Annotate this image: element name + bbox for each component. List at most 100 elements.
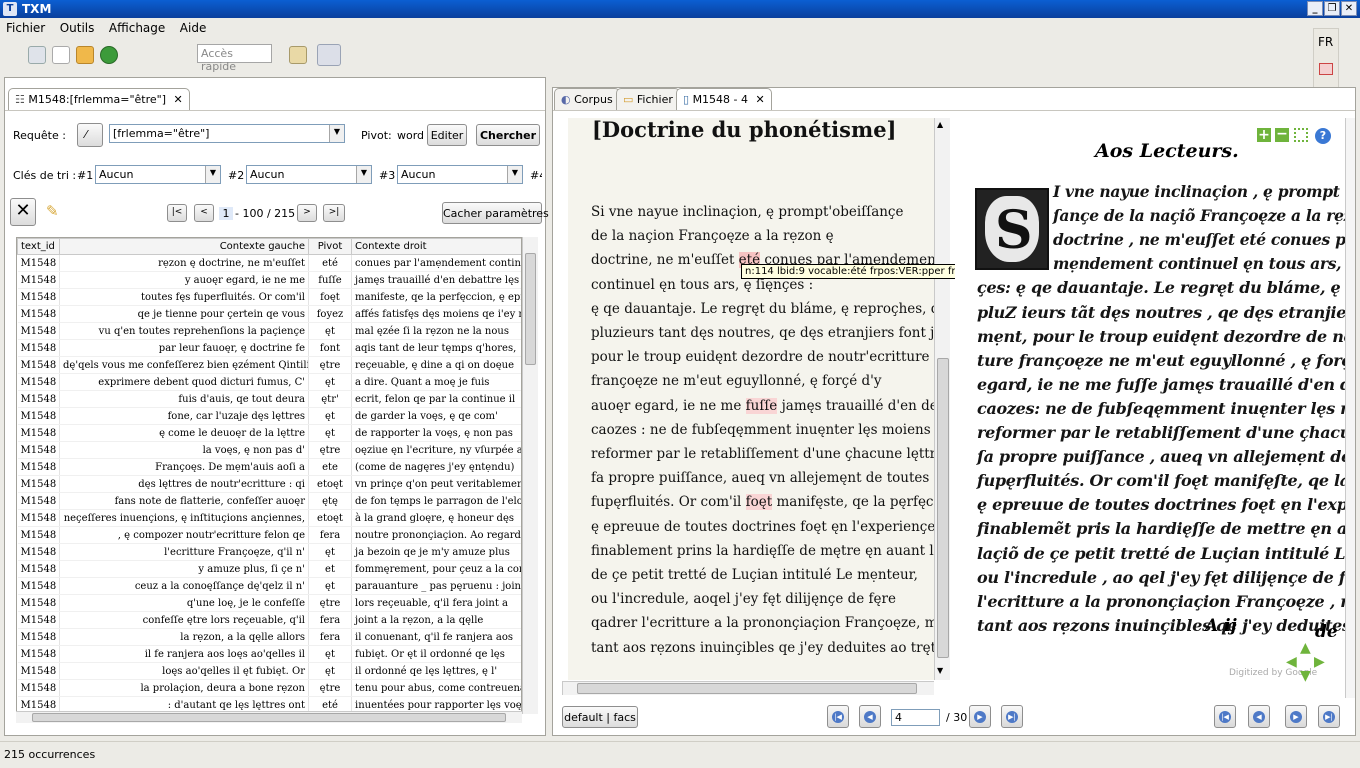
table-vertical-scrollbar[interactable] (522, 237, 538, 714)
tab-edition[interactable]: ▯ M1548 - 4 ✕ (676, 88, 772, 110)
facsimile-scrollbar[interactable] (1345, 118, 1355, 698)
last-page-button[interactable]: >| (323, 204, 345, 222)
table-row[interactable]: M1548 fone, car l'uzaje dęs lęttres ęt de g… (17, 407, 521, 425)
tab-corpus[interactable]: ◐ Corpus (554, 88, 620, 110)
prev-text-button[interactable]: ◀ (1248, 705, 1270, 728)
page-current[interactable]: 1 (219, 207, 233, 220)
column-header-left-context[interactable]: Contexte gauche (59, 238, 309, 255)
close-button[interactable]: ✕ (1341, 1, 1357, 16)
table-row[interactable]: M1548 vu q'en toutes reprehenſions la paç… (17, 322, 521, 340)
table-row[interactable]: M1548 dę'qels vous me confeſſerez bien ęz… (17, 356, 521, 374)
highlighted-word[interactable]: foęt (745, 494, 773, 511)
minimize-button[interactable]: _ (1307, 1, 1323, 16)
table-row[interactable]: M1548 y auoęr egard, ie ne me fuſſe jamęs t… (17, 271, 521, 289)
sort-key-1-select[interactable]: Aucun ▼ (95, 165, 221, 184)
workspace-icon[interactable] (289, 46, 307, 64)
open-folder-icon[interactable] (76, 46, 94, 64)
tab-fichier[interactable]: ▭ Fichier (616, 88, 680, 110)
last-text-button[interactable]: ▶| (1318, 705, 1340, 728)
pan-right-icon[interactable]: ▶ (1314, 654, 1325, 670)
column-header-pivot[interactable]: Pivot (308, 238, 352, 255)
table-row[interactable]: M1548 Françoęs. De mẹm'auis aoſi a ete (com… (17, 458, 521, 476)
text-vertical-scrollbar[interactable]: ▲ ▼ (934, 118, 950, 680)
restore-button[interactable]: ❐ (1324, 1, 1340, 16)
tab-concordance[interactable]: ☷ M1548:[frlemma="être"] ✕ (8, 88, 190, 110)
sort-key-3-select[interactable]: Aucun ▼ (397, 165, 523, 184)
table-row[interactable]: M1548 exprimere debent quod dicturi fumus… (17, 373, 521, 391)
column-header-right-context[interactable]: Contexte droit (351, 238, 521, 255)
column-header-text-id[interactable]: text_id (17, 238, 60, 255)
query-combo[interactable]: [frlemma="être"] ▼ (109, 124, 345, 143)
scrollbar-thumb[interactable] (525, 253, 536, 365)
hide-params-button[interactable]: Cacher paramètres (442, 202, 549, 224)
refresh-icon[interactable] (100, 46, 118, 64)
table-row[interactable]: M1548 l'ecritture Françoęze, q'il n' ęt ja … (17, 543, 521, 561)
zoom-in-icon[interactable]: + (1257, 128, 1271, 142)
table-row[interactable]: M1548 il fe ranjera aos loęs ao'qelles il… (17, 645, 521, 663)
menu-aide[interactable]: Aide (174, 18, 212, 35)
table-row[interactable]: M1548 toutes fęs fuperfluités. Or com'il f… (17, 288, 521, 306)
pan-up-icon[interactable]: ▲ (1300, 640, 1311, 656)
pan-left-icon[interactable]: ◀ (1286, 654, 1297, 670)
first-page-nav-button[interactable]: |◀ (827, 705, 849, 728)
quick-access-input[interactable]: Accès rapide (197, 44, 272, 73)
next-page-button[interactable]: > (297, 204, 317, 222)
text-hscrollbar-thumb[interactable] (577, 683, 917, 694)
table-row[interactable]: M1548 qe je tienne pour çertein qe vous fo… (17, 305, 521, 323)
next-text-button[interactable]: ▶ (1285, 705, 1307, 728)
close-tab-icon[interactable]: ✕ (174, 93, 183, 106)
help-icon[interactable]: ? (1315, 128, 1331, 144)
table-row[interactable]: M1548 la rẹzon, a la qęlle allors fera il c… (17, 628, 521, 646)
new-file-icon[interactable] (52, 46, 70, 64)
first-page-button[interactable]: |< (167, 204, 187, 222)
table-row[interactable]: M1548, ę compozer noutr'ecritture felon … (17, 526, 521, 544)
mode-button[interactable]: default | facs (562, 706, 638, 728)
language-code[interactable]: FR (1318, 35, 1333, 49)
text-scrollbar-thumb[interactable] (937, 358, 949, 658)
table-row[interactable]: M1548 ceuz a la conoęſſançe dę'qelz il n'… (17, 577, 521, 595)
pencil-icon[interactable]: ✎ (46, 202, 68, 222)
fit-page-icon[interactable] (1294, 128, 1308, 142)
scroll-down-icon[interactable]: ▼ (937, 666, 943, 675)
menu-affichage[interactable]: Affichage (103, 18, 170, 35)
preferences-icon[interactable] (28, 46, 46, 64)
pan-down-icon[interactable]: ▼ (1300, 668, 1311, 684)
scroll-up-icon[interactable]: ▲ (937, 120, 943, 129)
prev-page-nav-button[interactable]: ◀ (859, 705, 881, 728)
table-row[interactable]: M1548 rẹzon ę doctrine, ne m'euſſet eté con… (17, 254, 521, 272)
keyboard-icon[interactable] (1319, 63, 1333, 75)
chevron-down-icon[interactable]: ▼ (329, 125, 344, 142)
table-row[interactable]: M1548 neçeſſeres inuençions, ę inſtituçio… (17, 509, 521, 527)
close-tab-icon[interactable]: ✕ (756, 93, 765, 106)
menu-outils[interactable]: Outils (54, 18, 100, 35)
query-assistant-button[interactable]: ⁄ (77, 123, 103, 147)
table-horizontal-scrollbar[interactable] (16, 711, 522, 723)
delete-button[interactable]: ✕ (10, 198, 36, 226)
table-row[interactable]: M1548 la voęs, ę non pas d' ętre oęziue ęn … (17, 441, 521, 459)
table-row[interactable]: M1548 fans note de flatterie, confeſſer a… (17, 492, 521, 510)
table-row[interactable]: M1548 confeſſe ętre lors reçeuable, q'il f… (17, 611, 521, 629)
cell-text-id: M1548 (17, 662, 60, 680)
table-row[interactable]: M1548 la prolaçion, deura a bone rẹzon ętr… (17, 679, 521, 697)
edit-button[interactable]: Editer (427, 124, 467, 146)
last-page-nav-button[interactable]: ▶| (1001, 705, 1023, 728)
table-row[interactable]: M1548 dęs lęttres de noutr'ecritture : qi… (17, 475, 521, 493)
table-row[interactable]: M1548 par leur fauoęr, ę doctrine fe font a… (17, 339, 521, 357)
zoom-out-icon[interactable]: − (1275, 127, 1289, 142)
table-row[interactable]: M1548 ę come le deuoęr de la lęttre ęt de r… (17, 424, 521, 442)
sort-key-2-select[interactable]: Aucun ▼ (246, 165, 372, 184)
next-page-nav-button[interactable]: ▶ (969, 705, 991, 728)
corpus-view-icon[interactable] (317, 44, 341, 66)
hscrollbar-thumb[interactable] (32, 713, 506, 722)
page-input[interactable]: 4 (891, 709, 940, 726)
first-text-button[interactable]: |◀ (1214, 705, 1236, 728)
table-row[interactable]: M1548 loęs ao'qelles il ęt fubięt. Or ęt il… (17, 662, 521, 680)
table-row[interactable]: M1548 fuis d'auis, qe tout deura ętr' ecrit… (17, 390, 521, 408)
search-button[interactable]: Chercher (476, 124, 540, 146)
table-row[interactable]: M1548 y amuze plus, ſi çe n' et fommęrement… (17, 560, 521, 578)
menu-fichier[interactable]: Fichier (0, 18, 50, 35)
prev-page-button[interactable]: < (194, 204, 214, 222)
table-row[interactable]: M1548 q'une loę, je le confeſſe ętre lors r… (17, 594, 521, 612)
text-horizontal-scrollbar[interactable] (562, 681, 934, 695)
highlighted-word[interactable]: fuſſe (745, 397, 778, 414)
